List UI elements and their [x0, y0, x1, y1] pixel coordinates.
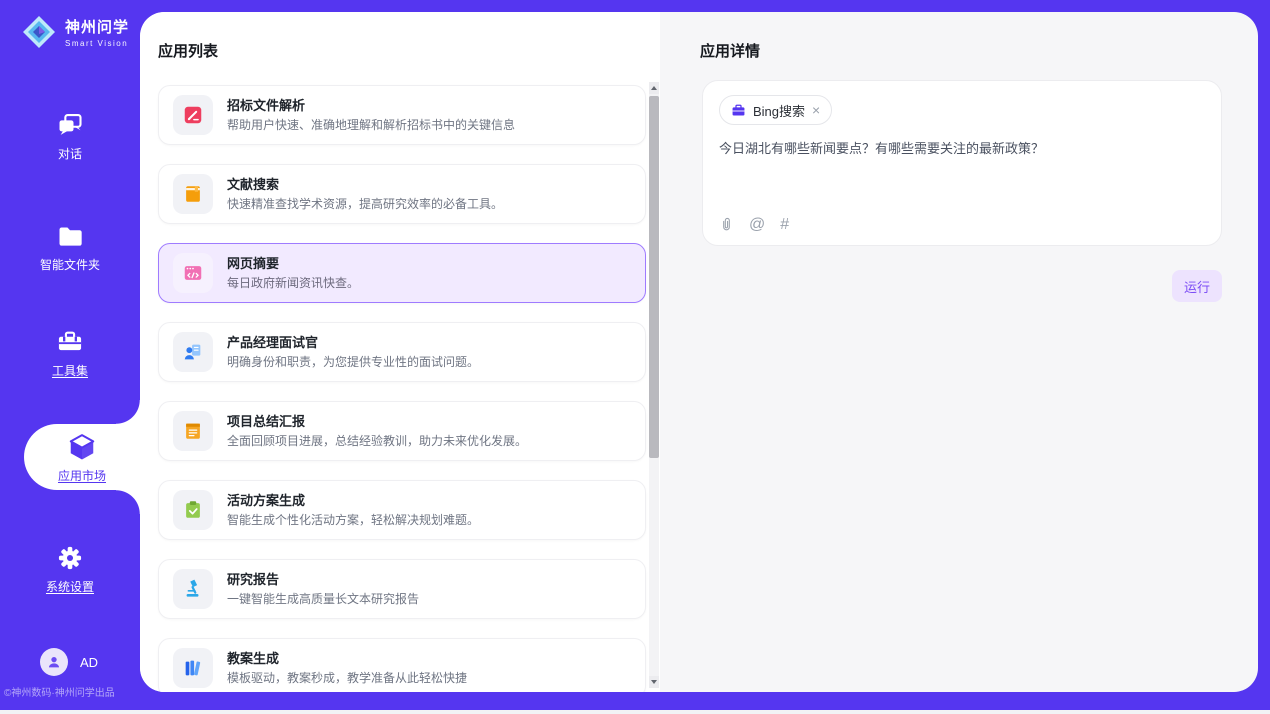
app-icon-tile [173, 95, 213, 135]
person-icon [46, 654, 62, 670]
chip-close-icon[interactable]: × [812, 103, 820, 117]
run-button[interactable]: 运行 [1172, 270, 1222, 302]
book-icon [182, 183, 204, 205]
sidebar: 神州问学 Smart Vision 对话 智能文件夹 [0, 0, 140, 710]
sidebar-item-label: 智能文件夹 [0, 256, 140, 273]
app-list-scrollbar[interactable] [649, 82, 659, 688]
sidebar-item-label: 对话 [0, 145, 140, 162]
tool-chip-bing-search[interactable]: Bing搜索 × [719, 95, 832, 125]
brand-logo: 神州问学 Smart Vision [20, 13, 129, 51]
app-window: 神州问学 Smart Vision 对话 智能文件夹 [0, 0, 1270, 710]
prompt-card: Bing搜索 × 今日湖北有哪些新闻要点？有哪些需要关注的最新政策？ @ # [702, 80, 1222, 246]
mention-icon[interactable]: @ [749, 217, 765, 233]
app-list-panel: 应用列表 招标文件解析 帮助用户快速、准确地理解和解析招标书中的关键信息 [140, 12, 660, 692]
app-desc: 模板驱动，教案秒成，教学准备从此轻松快捷 [227, 670, 467, 686]
brand-subtitle: Smart Vision [65, 39, 129, 48]
input-toolbar: @ # [719, 216, 789, 233]
app-card-literature-search[interactable]: 文献搜索 快速精准查找学术资源，提高研究效率的必备工具。 [158, 164, 646, 224]
avatar [40, 648, 68, 676]
scroll-down-button[interactable] [649, 676, 659, 688]
main-content: 应用列表 招标文件解析 帮助用户快速、准确地理解和解析招标书中的关键信息 [140, 12, 1258, 692]
app-list-title: 应用列表 [158, 40, 218, 61]
scrollbar-thumb[interactable] [649, 96, 659, 458]
app-desc: 帮助用户快速、准确地理解和解析招标书中的关键信息 [227, 117, 515, 133]
app-icon-tile [173, 490, 213, 530]
app-desc: 智能生成个性化活动方案，轻松解决规划难题。 [227, 512, 479, 528]
gear-icon [56, 544, 84, 572]
app-name: 研究报告 [227, 571, 419, 588]
brand-name: 神州问学 [65, 16, 129, 37]
app-icon-tile [173, 332, 213, 372]
folder-icon [56, 222, 84, 250]
app-desc: 全面回顾项目进展，总结经验教训，助力未来优化发展。 [227, 433, 527, 449]
sidebar-item-label: 系统设置 [0, 578, 140, 595]
app-icon-tile [173, 648, 213, 688]
user-account[interactable]: AD [40, 648, 98, 676]
arrow-up-icon [651, 86, 657, 90]
app-name: 教案生成 [227, 650, 467, 667]
app-list: 招标文件解析 帮助用户快速、准确地理解和解析招标书中的关键信息 文献搜索 [158, 85, 646, 692]
app-card-research-report[interactable]: 研究报告 一键智能生成高质量长文本研究报告 [158, 559, 646, 619]
notepad-icon [182, 420, 204, 442]
app-icon-tile [173, 253, 213, 293]
clipboard-check-icon [182, 499, 204, 521]
app-detail-title: 应用详情 [700, 40, 760, 61]
microscope-icon [182, 578, 204, 600]
app-name: 招标文件解析 [227, 97, 515, 114]
app-card-event-plan[interactable]: 活动方案生成 智能生成个性化活动方案，轻松解决规划难题。 [158, 480, 646, 540]
prompt-input[interactable]: 今日湖北有哪些新闻要点？有哪些需要关注的最新政策？ [719, 139, 1205, 197]
sidebar-item-app-market[interactable]: 应用市场 [24, 424, 140, 490]
app-detail-panel: 应用详情 Bing搜索 × 今日湖北有哪些新闻要点？有哪些需要关注的最新政策？ [660, 12, 1258, 692]
tool-chip-label: Bing搜索 [753, 101, 805, 120]
copyright-footer: ©神州数码·神州问学出品 [4, 684, 115, 699]
pen-square-icon [182, 104, 204, 126]
scroll-up-button[interactable] [649, 82, 659, 94]
app-desc: 每日政府新闻资讯快查。 [227, 275, 359, 291]
app-icon-tile [173, 174, 213, 214]
books-icon [182, 657, 204, 679]
arrow-down-icon [651, 680, 657, 684]
app-desc: 快速精准查找学术资源，提高研究效率的必备工具。 [227, 196, 503, 212]
diamond-logo-icon [20, 13, 58, 51]
app-name: 网页摘要 [227, 255, 359, 272]
app-card-lesson-plan[interactable]: 教案生成 模板驱动，教案秒成，教学准备从此轻松快捷 [158, 638, 646, 692]
sidebar-item-toolkit[interactable]: 工具集 [0, 328, 140, 379]
sidebar-item-smart-folder[interactable]: 智能文件夹 [0, 222, 140, 273]
attachment-icon[interactable] [719, 216, 734, 233]
interviewer-icon [182, 341, 204, 363]
app-icon-tile [173, 569, 213, 609]
chat-icon [56, 111, 84, 139]
app-icon-tile [173, 411, 213, 451]
sidebar-item-settings[interactable]: 系统设置 [0, 544, 140, 595]
hashtag-icon[interactable]: # [780, 217, 789, 233]
app-desc: 明确身份和职责，为您提供专业性的面试问题。 [227, 354, 479, 370]
user-name: AD [80, 655, 98, 670]
app-card-project-summary[interactable]: 项目总结汇报 全面回顾项目进展，总结经验教训，助力未来优化发展。 [158, 401, 646, 461]
sidebar-item-label: 工具集 [0, 362, 140, 379]
browser-code-icon [182, 262, 204, 284]
app-card-web-summary[interactable]: 网页摘要 每日政府新闻资讯快查。 [158, 243, 646, 303]
app-desc: 一键智能生成高质量长文本研究报告 [227, 591, 419, 607]
app-card-pm-interviewer[interactable]: 产品经理面试官 明确身份和职责，为您提供专业性的面试问题。 [158, 322, 646, 382]
sidebar-item-label: 应用市场 [24, 467, 140, 484]
briefcase-icon [731, 103, 746, 118]
app-name: 项目总结汇报 [227, 413, 527, 430]
app-name: 活动方案生成 [227, 492, 479, 509]
app-name: 产品经理面试官 [227, 334, 479, 351]
sidebar-item-chat[interactable]: 对话 [0, 111, 140, 162]
cube-icon [67, 432, 97, 462]
app-name: 文献搜索 [227, 176, 503, 193]
toolbox-icon [56, 328, 84, 356]
app-card-bid-analysis[interactable]: 招标文件解析 帮助用户快速、准确地理解和解析招标书中的关键信息 [158, 85, 646, 145]
